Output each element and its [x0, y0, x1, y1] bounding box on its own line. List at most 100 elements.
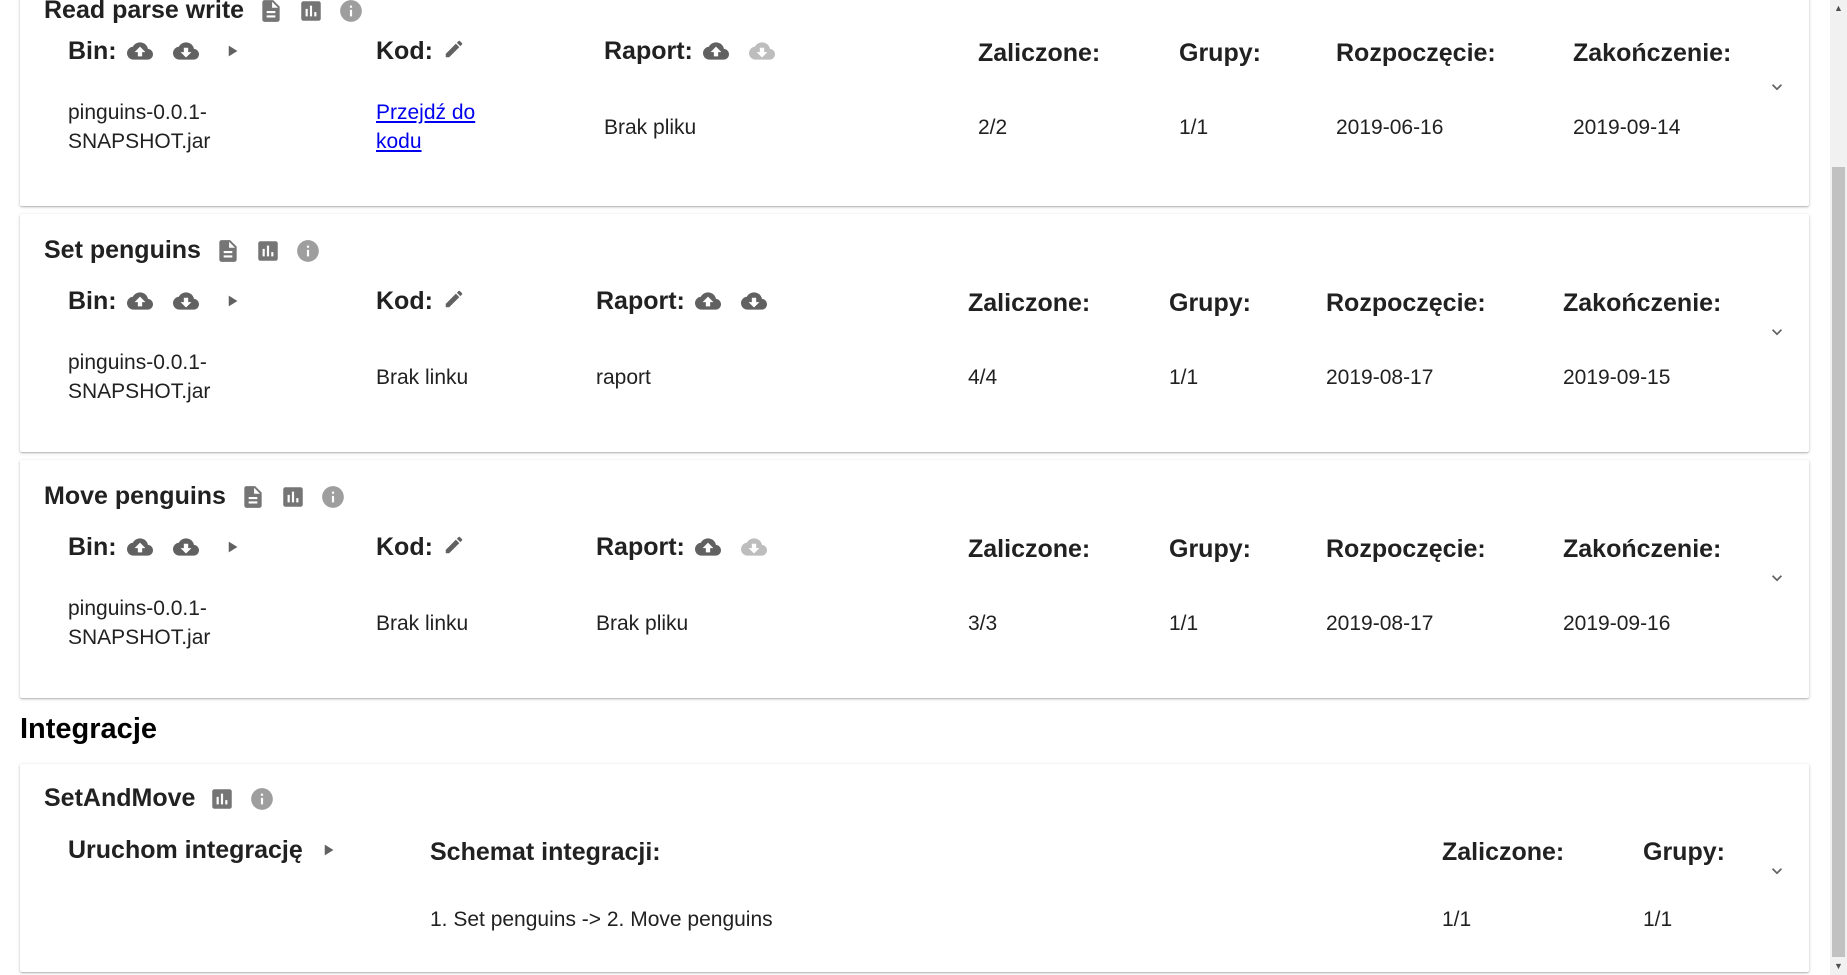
chart-icon[interactable]	[298, 0, 324, 24]
edit-icon[interactable]	[443, 38, 469, 64]
task-title-row: Move penguins	[44, 482, 346, 511]
passed-header: Zaliczone:	[968, 534, 1091, 563]
integration-title-row: SetAndMove	[44, 784, 275, 813]
bin-header: Bin:	[68, 532, 117, 561]
passed-value: 1/1	[1442, 908, 1472, 931]
bin-column: Bin: pinguins-0.0.1- SNAPSHOT.jar	[68, 286, 245, 406]
upload-icon[interactable]	[695, 534, 721, 560]
bin-column: Bin: pinguins-0.0.1- SNAPSHOT.jar	[68, 532, 245, 652]
chart-icon[interactable]	[255, 238, 281, 264]
document-icon[interactable]	[240, 484, 266, 510]
chevron-down-icon[interactable]	[1767, 322, 1787, 342]
download-icon[interactable]	[173, 534, 199, 560]
report-column: Raport: raport	[596, 286, 767, 392]
edit-icon[interactable]	[443, 288, 469, 314]
passed-column: Zaliczone: 3/3	[968, 534, 1090, 638]
scroll-down-arrow-icon[interactable]: ▼	[1830, 958, 1847, 975]
passed-header: Zaliczone:	[978, 38, 1101, 67]
end-header: Zakończenie:	[1563, 288, 1722, 317]
groups-value: 1/1	[1169, 612, 1199, 635]
chevron-down-icon[interactable]	[1767, 77, 1787, 97]
play-icon[interactable]	[219, 534, 245, 560]
passed-column: Zaliczone: 1/1	[1442, 837, 1564, 934]
start-column: Rozpoczęcie: 2019-06-16	[1336, 38, 1496, 142]
task-title-row: Set penguins	[44, 236, 321, 265]
task-card-set-penguins: Set penguins Bin: pinguins-0.0.1- SNAPSH…	[20, 214, 1809, 452]
groups-value: 1/1	[1643, 908, 1673, 931]
report-column: Raport: Brak pliku	[596, 532, 767, 638]
integration-title: SetAndMove	[44, 784, 196, 812]
passed-value: 4/4	[968, 366, 998, 389]
vertical-scrollbar[interactable]: ▲ ▼	[1830, 0, 1847, 975]
task-card-read-parse-write: Read parse write Bin: pinguins-0.0.1- SN…	[20, 0, 1809, 206]
report-column: Raport: Brak pliku	[604, 36, 775, 142]
start-column: Rozpoczęcie: 2019-08-17	[1326, 534, 1486, 638]
start-header: Rozpoczęcie:	[1326, 534, 1486, 563]
task-title: Read parse write	[44, 0, 245, 24]
end-column: Zakończenie: 2019-09-15	[1563, 288, 1721, 392]
bin-filename-line1: pinguins-0.0.1-	[68, 597, 207, 620]
bin-filename-line2: SNAPSHOT.jar	[68, 380, 211, 403]
bin-filename-line1: pinguins-0.0.1-	[68, 101, 207, 124]
page-content: Read parse write Bin: pinguins-0.0.1- SN…	[0, 0, 1830, 975]
document-icon[interactable]	[215, 238, 241, 264]
upload-icon[interactable]	[695, 288, 721, 314]
bin-header: Bin:	[68, 36, 117, 65]
end-column: Zakończenie: 2019-09-16	[1563, 534, 1721, 638]
play-icon[interactable]	[315, 837, 341, 863]
code-column: Kod: Brak linku	[376, 286, 469, 392]
download-icon	[741, 534, 767, 560]
upload-icon[interactable]	[127, 38, 153, 64]
passed-header: Zaliczone:	[1442, 837, 1565, 866]
code-link-line2[interactable]: kodu	[376, 127, 475, 156]
download-icon[interactable]	[173, 38, 199, 64]
bin-header: Bin:	[68, 286, 117, 315]
report-header: Raport:	[596, 286, 685, 315]
integrations-heading: Integracje	[20, 713, 157, 745]
bin-filename-line1: pinguins-0.0.1-	[68, 351, 207, 374]
edit-icon[interactable]	[443, 534, 469, 560]
scroll-up-arrow-icon[interactable]: ▲	[1830, 0, 1847, 17]
passed-value: 2/2	[978, 116, 1008, 139]
integration-card-setandmove: SetAndMove Uruchom integrację Schemat in…	[20, 764, 1809, 972]
document-icon[interactable]	[258, 0, 284, 24]
upload-icon[interactable]	[127, 288, 153, 314]
chart-icon[interactable]	[280, 484, 306, 510]
passed-value: 3/3	[968, 612, 998, 635]
groups-header: Grupy:	[1179, 38, 1261, 67]
task-title: Set penguins	[44, 236, 201, 264]
start-date: 2019-08-17	[1326, 366, 1434, 389]
info-icon[interactable]	[320, 484, 346, 510]
chevron-down-icon[interactable]	[1767, 861, 1787, 881]
chevron-down-icon[interactable]	[1767, 568, 1787, 588]
end-header: Zakończenie:	[1563, 534, 1722, 563]
info-icon[interactable]	[249, 786, 275, 812]
start-header: Rozpoczęcie:	[1336, 38, 1496, 67]
end-date: 2019-09-15	[1563, 366, 1671, 389]
scrollbar-thumb[interactable]	[1832, 167, 1845, 957]
download-icon[interactable]	[741, 288, 767, 314]
groups-value: 1/1	[1169, 366, 1199, 389]
schema-column: Schemat integracji: 1. Set penguins -> 2…	[430, 837, 773, 934]
chart-icon[interactable]	[209, 786, 235, 812]
schema-header: Schemat integracji:	[430, 837, 661, 866]
info-icon[interactable]	[338, 0, 364, 24]
code-value: Brak linku	[376, 366, 469, 389]
play-icon[interactable]	[219, 38, 245, 64]
upload-icon[interactable]	[703, 38, 729, 64]
play-icon[interactable]	[219, 288, 245, 314]
report-header: Raport:	[604, 36, 693, 65]
code-header: Kod:	[376, 286, 433, 315]
download-icon[interactable]	[173, 288, 199, 314]
info-icon[interactable]	[295, 238, 321, 264]
upload-icon[interactable]	[127, 534, 153, 560]
start-date: 2019-08-17	[1326, 612, 1434, 635]
task-title-row: Read parse write	[44, 0, 364, 25]
passed-column: Zaliczone: 2/2	[978, 38, 1100, 142]
groups-header: Grupy:	[1169, 534, 1251, 563]
code-link[interactable]: Przejdź do	[376, 98, 475, 127]
report-value: raport	[596, 366, 651, 389]
end-header: Zakończenie:	[1573, 38, 1732, 67]
run-integration: Uruchom integrację	[68, 835, 341, 865]
report-value: Brak pliku	[596, 612, 689, 635]
